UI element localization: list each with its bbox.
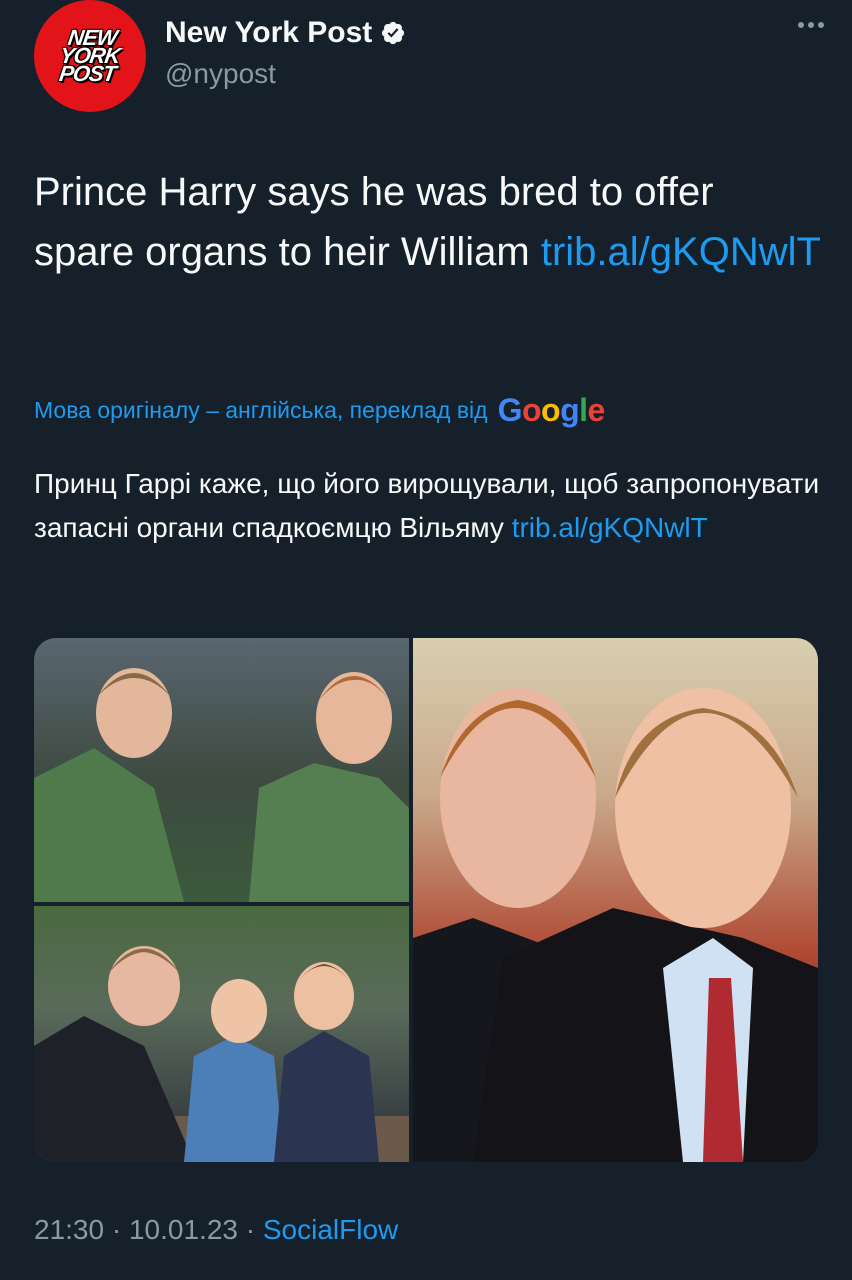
footer-separator: · (104, 1214, 129, 1245)
tweet-link[interactable]: trib.al/gKQNwlT (541, 230, 821, 274)
photo-princes-uniform[interactable] (34, 638, 409, 902)
footer-separator: · (237, 1214, 263, 1245)
translated-text: Принц Гаррі каже, що його вирощували, що… (34, 462, 824, 550)
account-name-row[interactable]: New York Post (165, 16, 406, 50)
tweet-text: Prince Harry says he was bred to offer s… (34, 162, 824, 282)
tweet-date[interactable]: 10.01.23 (129, 1214, 238, 1245)
verified-badge-icon (382, 21, 405, 45)
translated-link[interactable]: trib.al/gKQNwlT (512, 512, 708, 543)
photo-diana-and-sons[interactable] (34, 906, 409, 1162)
avatar[interactable]: NEW YORK POST (34, 0, 146, 112)
account-handle[interactable]: @nypost (165, 58, 276, 90)
tweet-source[interactable]: SocialFlow (263, 1214, 398, 1245)
tweet-media (34, 638, 818, 1162)
account-name[interactable]: New York Post (165, 16, 372, 50)
google-logo: Google (497, 392, 606, 428)
tweet-header: NEW YORK POST New York Post @nypost (34, 0, 824, 112)
more-options-icon[interactable] (798, 22, 824, 28)
photo-harry-and-william[interactable] (413, 638, 818, 1162)
translation-notice-text: Мова оригіналу – англійська, переклад ві… (34, 397, 488, 423)
tweet-time[interactable]: 21:30 (34, 1214, 104, 1245)
translation-notice[interactable]: Мова оригіналу – англійська, переклад ві… (34, 392, 605, 429)
tweet-footer: 21:30 · 10.01.23 · SocialFlow (34, 1214, 398, 1246)
avatar-logo: NEW YORK POST (57, 25, 122, 86)
